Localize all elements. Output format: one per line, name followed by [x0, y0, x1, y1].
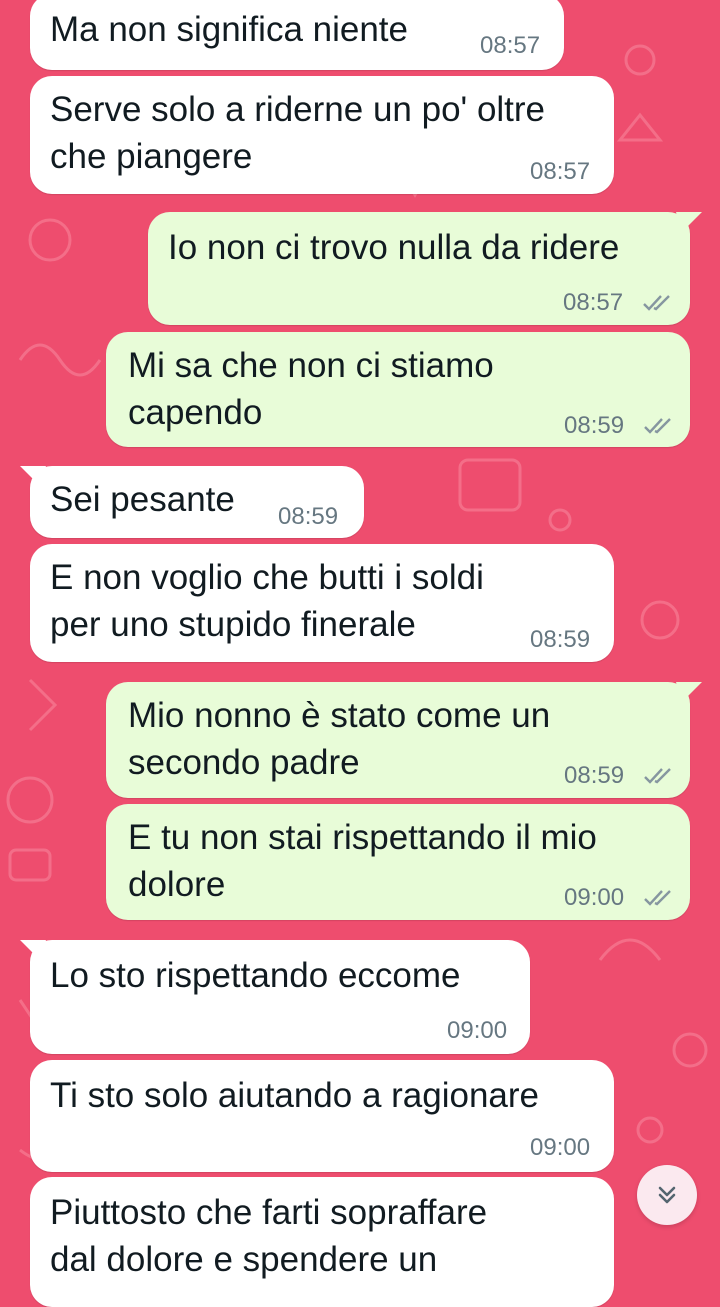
message-outgoing[interactable]: E tu non stai rispettando il mio dolore …	[106, 804, 690, 920]
message-outgoing[interactable]: Mi sa che non ci stiamo capendo 08:59	[106, 332, 690, 447]
read-receipt-icon	[643, 295, 670, 311]
bubble-tail	[676, 682, 702, 702]
message-time: 08:59	[564, 412, 625, 439]
message-incoming[interactable]: Ti sto solo aiutando a ragionare 09:00	[30, 1060, 614, 1172]
message-time: 08:59	[530, 626, 591, 653]
double-chevron-down-icon	[658, 1186, 676, 1204]
read-receipt-icon	[644, 768, 671, 784]
message-time: 08:57	[563, 289, 624, 316]
message-time: 09:00	[447, 1017, 508, 1044]
read-receipt-icon	[644, 418, 671, 434]
message-outgoing[interactable]: Mio nonno è stato come un secondo padre …	[106, 682, 702, 798]
scroll-to-bottom-button[interactable]	[637, 1165, 697, 1225]
message-outgoing[interactable]: Io non ci trovo nulla da ridere 08:57	[148, 212, 702, 325]
message-time: 08:57	[480, 32, 541, 59]
message-text: E tu non stai rispettando il mio dolore	[128, 818, 597, 904]
message-list[interactable]: Ma non significa niente 08:57 Serve solo…	[0, 0, 720, 1307]
message-incoming[interactable]: E non voglio che butti i soldi per uno s…	[30, 544, 614, 662]
message-incoming[interactable]: Ma non significa niente 08:57	[30, 0, 564, 70]
message-text: Sei pesante	[50, 480, 235, 519]
read-receipt-icon	[644, 890, 671, 906]
bubble-tail	[20, 466, 46, 486]
message-time: 08:57	[530, 158, 591, 185]
message-incoming[interactable]: Serve solo a riderne un po' oltre che pi…	[30, 76, 614, 194]
bubble-tail	[20, 940, 46, 960]
message-text: Ti sto solo aiutando a ragionare	[50, 1076, 540, 1115]
message-incoming[interactable]: Sei pesante 08:59	[20, 466, 364, 538]
message-time: 08:59	[564, 762, 625, 789]
message-text: Serve solo a riderne un po' oltre che pi…	[50, 90, 546, 176]
message-text: Ma non significa niente	[50, 10, 408, 49]
message-text: Mio nonno è stato come un secondo padre	[128, 696, 551, 782]
bubble-tail	[676, 212, 702, 232]
message-text: E non voglio che butti i soldi per uno s…	[50, 558, 484, 644]
message-incoming[interactable]: Piuttosto che farti sopraffare dal dolor…	[30, 1177, 614, 1307]
message-text: Mi sa che non ci stiamo capendo	[128, 346, 494, 432]
message-incoming[interactable]: Lo sto rispettando eccome 09:00	[20, 940, 530, 1054]
message-time: 09:00	[530, 1134, 591, 1161]
message-time: 08:59	[278, 503, 339, 530]
message-text: Lo sto rispettando eccome	[50, 956, 461, 995]
message-time: 09:00	[564, 884, 625, 911]
message-text: Io non ci trovo nulla da ridere	[168, 228, 620, 267]
message-text: Piuttosto che farti sopraffare dal dolor…	[50, 1193, 488, 1279]
